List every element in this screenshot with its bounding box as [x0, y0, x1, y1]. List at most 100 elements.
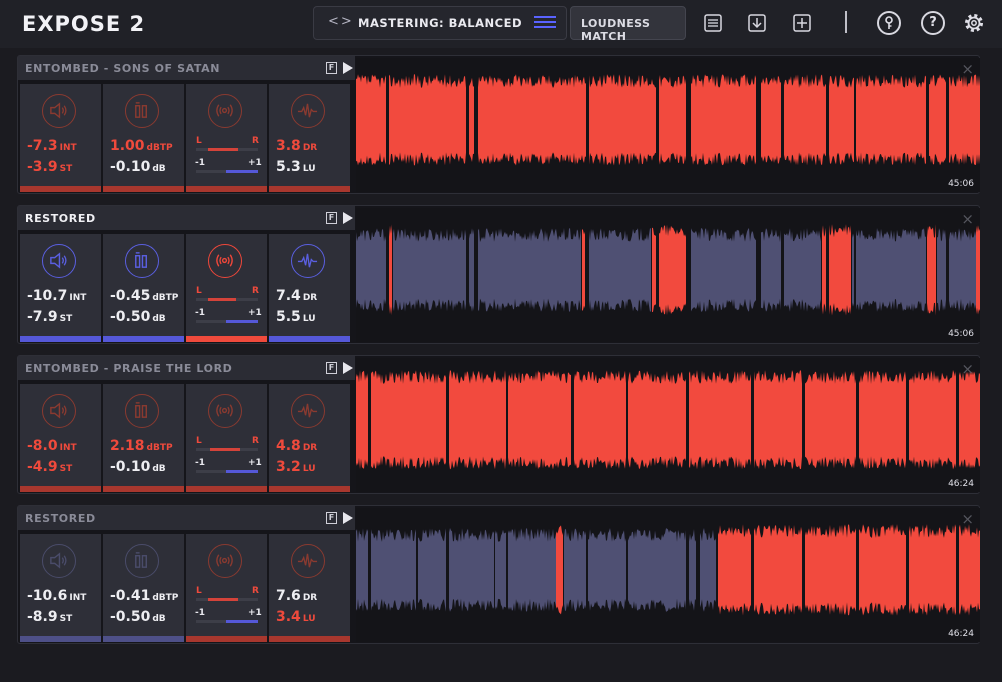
close-icon[interactable]: × — [961, 360, 974, 378]
status-bar — [20, 336, 101, 342]
status-bar — [20, 636, 101, 642]
help-icon[interactable]: ? — [921, 11, 945, 35]
true-peak-value: -0.45 dBTP — [110, 288, 179, 304]
speaker-icon — [42, 244, 76, 278]
status-bar — [269, 636, 350, 642]
left-channel-label: L — [196, 586, 202, 596]
short-term-loudness: -7.9 ST — [27, 309, 73, 325]
gear-icon[interactable] — [962, 11, 986, 35]
loudness-range-value: 3.4 LU — [276, 609, 316, 625]
play-icon[interactable] — [343, 362, 353, 374]
peak-tile[interactable]: 2.18 dBTP -0.10 dB — [103, 384, 184, 492]
status-bar — [103, 336, 184, 342]
status-bar — [103, 186, 184, 192]
play-icon[interactable] — [343, 512, 353, 524]
preset-selector[interactable]: <> MASTERING: BALANCED — [313, 6, 567, 40]
status-bar — [186, 186, 267, 192]
dynamics-tile[interactable]: 4.8 DR 3.2 LU — [269, 384, 350, 492]
correlation-max-label: +1 — [248, 458, 262, 468]
waveform-display[interactable]: × 46:24 — [356, 358, 980, 492]
correlation-max-label: +1 — [248, 608, 262, 618]
true-peak-value: 1.00 dBTP — [110, 138, 173, 154]
sample-peak-value: -0.50 dB — [110, 609, 166, 625]
right-channel-label: R — [252, 586, 259, 596]
correlation-min-label: -1 — [195, 158, 205, 168]
right-channel-label: R — [252, 436, 259, 446]
loudness-tile[interactable]: -10.6 INT -8.9 ST — [20, 534, 101, 642]
export-icon[interactable] — [746, 12, 768, 34]
stereo-tile[interactable]: L R -1 +1 — [186, 384, 267, 492]
status-bar — [103, 486, 184, 492]
file-info-icon[interactable]: F — [326, 212, 337, 224]
file-info-icon[interactable]: F — [326, 62, 337, 74]
peak-tile[interactable]: 1.00 dBTP -0.10 dB — [103, 84, 184, 192]
correlation-meter-fill — [226, 170, 258, 173]
track-header[interactable]: RESTORED F — [18, 206, 355, 230]
track-duration: 45:06 — [948, 179, 974, 189]
speaker-icon — [42, 544, 76, 578]
pulse-icon — [291, 244, 325, 278]
left-channel-label: L — [196, 286, 202, 296]
status-bar — [20, 186, 101, 192]
speaker-icon — [42, 394, 76, 428]
peak-tile[interactable]: -0.41 dBTP -0.50 dB — [103, 534, 184, 642]
pulse-icon — [291, 394, 325, 428]
right-channel-label: R — [252, 286, 259, 296]
balance-meter-fill — [208, 598, 238, 601]
play-icon[interactable] — [343, 62, 353, 74]
balance-meter-fill — [208, 298, 236, 301]
preset-menu-icon[interactable] — [534, 13, 556, 33]
loudness-tile[interactable]: -10.7 INT -7.9 ST — [20, 234, 101, 342]
peak-meter-icon — [125, 94, 159, 128]
loudness-match-button[interactable]: LOUDNESS MATCH — [570, 6, 686, 43]
waveform-display[interactable]: × 46:24 — [356, 508, 980, 642]
stereo-tile[interactable]: L R -1 +1 — [186, 234, 267, 342]
add-file-icon[interactable] — [791, 12, 813, 34]
integrated-loudness: -10.7 INT — [27, 288, 87, 304]
waveform-display[interactable]: × 45:06 — [356, 208, 980, 342]
track-row[interactable]: RESTORED F -10.6 INT -8.9 ST -0.41 dBTP -0.… — [17, 505, 980, 644]
stereo-tile[interactable]: L R -1 +1 — [186, 84, 267, 192]
short-term-loudness: -4.9 ST — [27, 459, 73, 475]
play-icon[interactable] — [343, 212, 353, 224]
correlation-meter-fill — [226, 320, 258, 323]
app-header: EXPOSE 2 <> MASTERING: BALANCED LOUDNESS… — [0, 0, 1002, 48]
key-icon[interactable] — [877, 11, 901, 35]
dynamics-tile[interactable]: 3.8 DR 5.3 LU — [269, 84, 350, 192]
header-divider — [845, 11, 847, 33]
correlation-meter-fill — [226, 470, 258, 473]
stereo-icon — [208, 244, 242, 278]
status-bar — [269, 336, 350, 342]
dynamics-tile[interactable]: 7.4 DR 5.5 LU — [269, 234, 350, 342]
file-info-icon[interactable]: F — [326, 512, 337, 524]
right-channel-label: R — [252, 136, 259, 146]
preset-prev-next-icon[interactable]: <> — [328, 14, 354, 29]
track-row[interactable]: ENTOMBED - PRAISE THE LORD F -8.0 INT -4.… — [17, 355, 980, 494]
correlation-max-label: +1 — [248, 308, 262, 318]
close-icon[interactable]: × — [961, 510, 974, 528]
track-header[interactable]: ENTOMBED - PRAISE THE LORD F — [18, 356, 355, 380]
dynamics-tile[interactable]: 7.6 DR 3.4 LU — [269, 534, 350, 642]
track-title: ENTOMBED - PRAISE THE LORD — [25, 362, 233, 375]
track-duration: 45:06 — [948, 329, 974, 339]
left-channel-label: L — [196, 436, 202, 446]
track-row[interactable]: RESTORED F -10.7 INT -7.9 ST -0.45 dBTP -0.… — [17, 205, 980, 344]
waveform-display[interactable]: × 45:06 — [356, 58, 980, 192]
loudness-tile[interactable]: -8.0 INT -4.9 ST — [20, 384, 101, 492]
loudness-tile[interactable]: -7.3 INT -3.9 ST — [20, 84, 101, 192]
speaker-icon — [42, 94, 76, 128]
track-duration: 46:24 — [948, 629, 974, 639]
short-term-loudness: -3.9 ST — [27, 159, 73, 175]
notes-icon[interactable] — [702, 12, 724, 34]
stereo-tile[interactable]: L R -1 +1 — [186, 534, 267, 642]
close-icon[interactable]: × — [961, 210, 974, 228]
integrated-loudness: -10.6 INT — [27, 588, 87, 604]
dynamic-range-value: 7.6 DR — [276, 588, 318, 604]
track-row[interactable]: ENTOMBED - SONS OF SATAN F -7.3 INT -3.9 S… — [17, 55, 980, 194]
peak-tile[interactable]: -0.45 dBTP -0.50 dB — [103, 234, 184, 342]
track-header[interactable]: ENTOMBED - SONS OF SATAN F — [18, 56, 355, 80]
track-header[interactable]: RESTORED F — [18, 506, 355, 530]
file-info-icon[interactable]: F — [326, 362, 337, 374]
dynamic-range-value: 3.8 DR — [276, 138, 318, 154]
close-icon[interactable]: × — [961, 60, 974, 78]
